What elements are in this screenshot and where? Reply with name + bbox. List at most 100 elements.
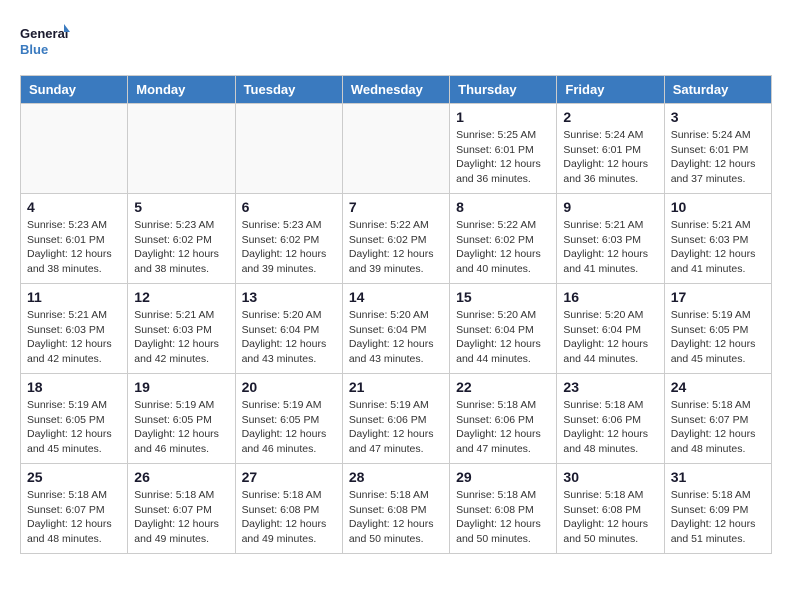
day-info: Sunrise: 5:23 AM Sunset: 6:01 PM Dayligh…: [27, 218, 121, 277]
day-number: 25: [27, 469, 121, 485]
day-cell: 22 Sunrise: 5:18 AM Sunset: 6:06 PM Dayli…: [450, 374, 557, 464]
day-cell: 20 Sunrise: 5:19 AM Sunset: 6:05 PM Dayli…: [235, 374, 342, 464]
week-row-1: 1 Sunrise: 5:25 AM Sunset: 6:01 PM Daylig…: [21, 104, 772, 194]
day-info: Sunrise: 5:20 AM Sunset: 6:04 PM Dayligh…: [456, 308, 550, 367]
day-cell: [235, 104, 342, 194]
day-number: 19: [134, 379, 228, 395]
day-info: Sunrise: 5:21 AM Sunset: 6:03 PM Dayligh…: [671, 218, 765, 277]
day-cell: [128, 104, 235, 194]
day-info: Sunrise: 5:18 AM Sunset: 6:07 PM Dayligh…: [134, 488, 228, 547]
day-number: 17: [671, 289, 765, 305]
day-number: 5: [134, 199, 228, 215]
day-info: Sunrise: 5:19 AM Sunset: 6:05 PM Dayligh…: [242, 398, 336, 457]
day-number: 2: [563, 109, 657, 125]
day-number: 3: [671, 109, 765, 125]
day-info: Sunrise: 5:22 AM Sunset: 6:02 PM Dayligh…: [349, 218, 443, 277]
day-cell: 26 Sunrise: 5:18 AM Sunset: 6:07 PM Dayli…: [128, 464, 235, 554]
logo: General Blue: [20, 20, 70, 65]
day-number: 6: [242, 199, 336, 215]
day-number: 10: [671, 199, 765, 215]
logo-svg: General Blue: [20, 20, 70, 65]
day-number: 12: [134, 289, 228, 305]
day-cell: 3 Sunrise: 5:24 AM Sunset: 6:01 PM Daylig…: [664, 104, 771, 194]
day-number: 13: [242, 289, 336, 305]
day-number: 4: [27, 199, 121, 215]
day-number: 24: [671, 379, 765, 395]
day-cell: 15 Sunrise: 5:20 AM Sunset: 6:04 PM Dayli…: [450, 284, 557, 374]
day-cell: 25 Sunrise: 5:18 AM Sunset: 6:07 PM Dayli…: [21, 464, 128, 554]
day-number: 8: [456, 199, 550, 215]
header-monday: Monday: [128, 76, 235, 104]
day-cell: [342, 104, 449, 194]
svg-text:General: General: [20, 26, 68, 41]
day-info: Sunrise: 5:23 AM Sunset: 6:02 PM Dayligh…: [134, 218, 228, 277]
day-info: Sunrise: 5:24 AM Sunset: 6:01 PM Dayligh…: [671, 128, 765, 187]
day-number: 15: [456, 289, 550, 305]
day-number: 14: [349, 289, 443, 305]
day-number: 20: [242, 379, 336, 395]
day-cell: 12 Sunrise: 5:21 AM Sunset: 6:03 PM Dayli…: [128, 284, 235, 374]
day-cell: 10 Sunrise: 5:21 AM Sunset: 6:03 PM Dayli…: [664, 194, 771, 284]
day-number: 26: [134, 469, 228, 485]
day-number: 29: [456, 469, 550, 485]
day-number: 16: [563, 289, 657, 305]
day-cell: 19 Sunrise: 5:19 AM Sunset: 6:05 PM Dayli…: [128, 374, 235, 464]
day-number: 30: [563, 469, 657, 485]
day-cell: 28 Sunrise: 5:18 AM Sunset: 6:08 PM Dayli…: [342, 464, 449, 554]
day-cell: 27 Sunrise: 5:18 AM Sunset: 6:08 PM Dayli…: [235, 464, 342, 554]
day-cell: 16 Sunrise: 5:20 AM Sunset: 6:04 PM Dayli…: [557, 284, 664, 374]
day-cell: 18 Sunrise: 5:19 AM Sunset: 6:05 PM Dayli…: [21, 374, 128, 464]
day-number: 22: [456, 379, 550, 395]
day-number: 23: [563, 379, 657, 395]
day-info: Sunrise: 5:20 AM Sunset: 6:04 PM Dayligh…: [563, 308, 657, 367]
header-saturday: Saturday: [664, 76, 771, 104]
header-tuesday: Tuesday: [235, 76, 342, 104]
day-cell: 2 Sunrise: 5:24 AM Sunset: 6:01 PM Daylig…: [557, 104, 664, 194]
day-cell: 7 Sunrise: 5:22 AM Sunset: 6:02 PM Daylig…: [342, 194, 449, 284]
day-number: 27: [242, 469, 336, 485]
week-row-2: 4 Sunrise: 5:23 AM Sunset: 6:01 PM Daylig…: [21, 194, 772, 284]
day-number: 18: [27, 379, 121, 395]
day-info: Sunrise: 5:19 AM Sunset: 6:05 PM Dayligh…: [27, 398, 121, 457]
day-info: Sunrise: 5:20 AM Sunset: 6:04 PM Dayligh…: [242, 308, 336, 367]
day-info: Sunrise: 5:18 AM Sunset: 6:08 PM Dayligh…: [242, 488, 336, 547]
day-info: Sunrise: 5:19 AM Sunset: 6:05 PM Dayligh…: [134, 398, 228, 457]
day-info: Sunrise: 5:21 AM Sunset: 6:03 PM Dayligh…: [134, 308, 228, 367]
week-row-4: 18 Sunrise: 5:19 AM Sunset: 6:05 PM Dayli…: [21, 374, 772, 464]
day-cell: 24 Sunrise: 5:18 AM Sunset: 6:07 PM Dayli…: [664, 374, 771, 464]
day-number: 1: [456, 109, 550, 125]
header-sunday: Sunday: [21, 76, 128, 104]
day-info: Sunrise: 5:19 AM Sunset: 6:06 PM Dayligh…: [349, 398, 443, 457]
day-info: Sunrise: 5:21 AM Sunset: 6:03 PM Dayligh…: [27, 308, 121, 367]
day-info: Sunrise: 5:21 AM Sunset: 6:03 PM Dayligh…: [563, 218, 657, 277]
day-info: Sunrise: 5:18 AM Sunset: 6:08 PM Dayligh…: [563, 488, 657, 547]
day-cell: 4 Sunrise: 5:23 AM Sunset: 6:01 PM Daylig…: [21, 194, 128, 284]
day-info: Sunrise: 5:18 AM Sunset: 6:06 PM Dayligh…: [456, 398, 550, 457]
day-cell: 5 Sunrise: 5:23 AM Sunset: 6:02 PM Daylig…: [128, 194, 235, 284]
day-number: 7: [349, 199, 443, 215]
calendar-header-row: SundayMondayTuesdayWednesdayThursdayFrid…: [21, 76, 772, 104]
svg-text:Blue: Blue: [20, 42, 48, 57]
day-number: 28: [349, 469, 443, 485]
day-info: Sunrise: 5:25 AM Sunset: 6:01 PM Dayligh…: [456, 128, 550, 187]
day-info: Sunrise: 5:18 AM Sunset: 6:07 PM Dayligh…: [27, 488, 121, 547]
day-cell: 9 Sunrise: 5:21 AM Sunset: 6:03 PM Daylig…: [557, 194, 664, 284]
day-cell: 14Sunrise: 5:20 AM Sunset: 6:04 PM Dayli…: [342, 284, 449, 374]
day-cell: 17Sunrise: 5:19 AM Sunset: 6:05 PM Dayli…: [664, 284, 771, 374]
calendar-table: SundayMondayTuesdayWednesdayThursdayFrid…: [20, 75, 772, 554]
day-info: Sunrise: 5:24 AM Sunset: 6:01 PM Dayligh…: [563, 128, 657, 187]
week-row-5: 25 Sunrise: 5:18 AM Sunset: 6:07 PM Dayli…: [21, 464, 772, 554]
day-cell: 30 Sunrise: 5:18 AM Sunset: 6:08 PM Dayli…: [557, 464, 664, 554]
header-thursday: Thursday: [450, 76, 557, 104]
header-friday: Friday: [557, 76, 664, 104]
day-cell: [21, 104, 128, 194]
day-info: Sunrise: 5:18 AM Sunset: 6:07 PM Dayligh…: [671, 398, 765, 457]
week-row-3: 11Sunrise: 5:21 AM Sunset: 6:03 PM Dayli…: [21, 284, 772, 374]
day-info: Sunrise: 5:18 AM Sunset: 6:08 PM Dayligh…: [349, 488, 443, 547]
day-number: 21: [349, 379, 443, 395]
day-number: 9: [563, 199, 657, 215]
day-number: 31: [671, 469, 765, 485]
day-info: Sunrise: 5:18 AM Sunset: 6:08 PM Dayligh…: [456, 488, 550, 547]
day-cell: 29 Sunrise: 5:18 AM Sunset: 6:08 PM Dayli…: [450, 464, 557, 554]
day-info: Sunrise: 5:22 AM Sunset: 6:02 PM Dayligh…: [456, 218, 550, 277]
